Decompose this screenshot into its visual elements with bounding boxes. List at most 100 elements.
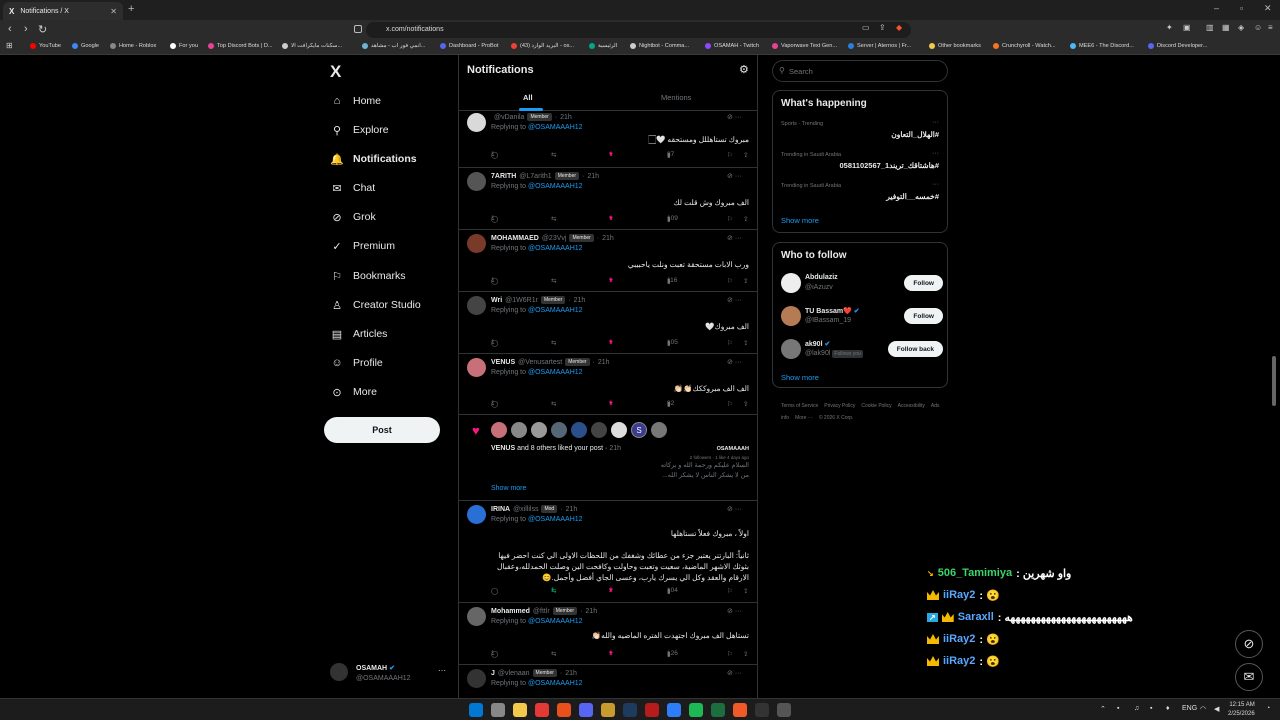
footer-link[interactable]: More ···	[795, 415, 813, 421]
sidebar-item-creator-studio[interactable]: ♙ Creator Studio	[330, 294, 421, 316]
bookmark-item[interactable]: Other bookmarks	[929, 43, 981, 49]
search-input[interactable]: ⚲ Search	[772, 60, 948, 82]
follow-suggestion[interactable]: ak90l ✔ @lak90l Follows you Follow back	[781, 339, 943, 361]
headset-icon[interactable]: ♫	[1134, 705, 1139, 712]
avatar[interactable]	[467, 234, 486, 253]
footer-link[interactable]: Accessibility	[898, 403, 925, 409]
sidebar-item-bookmarks[interactable]: ⚐ Bookmarks	[330, 265, 405, 287]
sidebar-item-profile[interactable]: ☺ Profile	[330, 352, 382, 374]
more-options-icon[interactable]: ···	[735, 235, 742, 242]
follow-button[interactable]: Follow back	[887, 341, 943, 357]
more-options-icon[interactable]: ···	[735, 670, 742, 677]
grok-icon[interactable]: ⊘	[727, 359, 735, 366]
sidebar-item-articles[interactable]: ▤ Articles	[330, 323, 388, 345]
notification-reply[interactable]: Mohammed @fttlr Member · 21h ⊘ ··· Replying to…	[459, 603, 757, 665]
new-tab-icon[interactable]: +	[128, 3, 134, 15]
settings-gear-icon[interactable]: ⚙	[739, 63, 749, 76]
system-clock[interactable]: 12:15 AM 2/25/2026	[1228, 701, 1255, 719]
sidebar-item-grok[interactable]: ⊘ Grok	[330, 206, 375, 228]
bookmark-item[interactable]: Crunchyroll - Watch...	[993, 43, 1056, 49]
avatar[interactable]	[467, 358, 486, 377]
avatar[interactable]	[467, 607, 486, 626]
suggestion-name[interactable]: Abdulaziz	[805, 274, 838, 281]
sidebar-item-home[interactable]: ⌂ Home	[330, 90, 381, 112]
reply-target-link[interactable]: @OSAMAAAH12	[528, 516, 583, 523]
tab-close-icon[interactable]: ✕	[110, 7, 117, 16]
start-icon[interactable]	[469, 703, 483, 717]
trend-item[interactable]: Trending in Saudi Arabia ··· #خمسه__التوفي…	[781, 181, 939, 201]
post-time[interactable]: 21h	[602, 235, 614, 242]
author-name[interactable]: Wri	[491, 297, 502, 304]
author-name[interactable]: VENUS	[491, 359, 515, 366]
menu-icon[interactable]: ≡	[1268, 23, 1273, 32]
notification-reply[interactable]: IRINA @xillilss Mod · 21h ⊘ ··· Replying to @O…	[459, 501, 757, 603]
liker-avatar[interactable]	[491, 422, 507, 438]
liker-avatar[interactable]	[531, 422, 547, 438]
bookmark-item[interactable]: Nightbot - Comma...	[630, 43, 689, 49]
footer-link[interactable]: Terms of Service	[781, 403, 818, 409]
quoted-post-preview[interactable]: OSAMAAAH 2 followers · 1 like 4 days ago ا…	[609, 445, 749, 482]
avatar[interactable]	[467, 505, 486, 524]
author-name[interactable]: 7ARITH	[491, 173, 516, 180]
wifi-icon[interactable]: ◠	[1200, 705, 1206, 713]
page-scrollbar[interactable]	[1272, 356, 1276, 406]
post-time[interactable]: 21h	[587, 173, 599, 180]
reply-target-link[interactable]: @OSAMAAAH12	[528, 183, 583, 190]
bookmark-item[interactable]: Server | Aternos | Fr...	[848, 43, 911, 49]
author-handle[interactable]: @1W6R1r	[505, 297, 538, 304]
tray-chevron-icon[interactable]: ⌃	[1100, 705, 1106, 713]
bookmark-item[interactable]: Discord Developer...	[1148, 43, 1207, 49]
follow-suggestion[interactable]: TU Bassam❤️ ✔ @IBassam_19 Follow	[781, 306, 943, 328]
x-logo-icon[interactable]: X	[330, 62, 341, 82]
minimize-icon[interactable]: –	[1214, 3, 1219, 13]
back-icon[interactable]: ‹	[8, 23, 12, 35]
notification-reply[interactable]: @vDanila Member · 21h ⊘ ··· Replying to @OSAM…	[459, 111, 757, 168]
grok-icon[interactable]: ⊘	[727, 506, 735, 513]
steam-icon[interactable]	[623, 703, 637, 717]
account-switcher[interactable]: OSAMAH ✔ @OSAMAAAH12 ···	[330, 660, 450, 690]
author-handle[interactable]: @vDanila	[494, 114, 524, 121]
tab-all[interactable]: All	[523, 93, 533, 102]
more-options-icon[interactable]: ···	[735, 359, 742, 366]
tray-app-icon[interactable]: ▪	[1117, 705, 1119, 712]
messages-fab-icon[interactable]: ✉	[1235, 663, 1263, 691]
grok-icon[interactable]: ⊘	[727, 173, 735, 180]
avatar[interactable]	[467, 172, 486, 191]
url-field[interactable]: x.com/notifications	[366, 22, 911, 38]
author-handle[interactable]: @fttlr	[533, 608, 550, 615]
more-options-icon[interactable]: ···	[735, 114, 742, 121]
post-time[interactable]: 21h	[565, 670, 577, 677]
bookmark-item[interactable]: سكنات مايكرافت الا...	[282, 43, 342, 49]
author-name[interactable]: J	[491, 670, 495, 677]
follow-button[interactable]: Follow	[904, 308, 943, 324]
suggestion-name[interactable]: TU Bassam❤️ ✔	[805, 307, 860, 315]
author-name[interactable]: IRINA	[491, 506, 510, 513]
browser-icon[interactable]	[733, 703, 747, 717]
apps-grid-icon[interactable]: ⊞	[6, 41, 13, 50]
sidebar-item-premium[interactable]: ✓ Premium	[330, 235, 395, 257]
grok-fab-icon[interactable]: ⊘	[1235, 630, 1263, 658]
liker-avatar[interactable]	[611, 422, 627, 438]
trend-item[interactable]: Trending in Saudi Arabia ··· #هاشتاقك_ترين…	[781, 150, 939, 170]
follow-suggestion[interactable]: Abdulaziz @iAzuzv Follow	[781, 273, 943, 295]
avatar[interactable]	[781, 339, 801, 359]
liker-avatar[interactable]	[591, 422, 607, 438]
bookmark-item[interactable]: Google	[72, 43, 99, 49]
liker-avatar[interactable]: S	[631, 422, 647, 438]
more-options-icon[interactable]: ···	[735, 297, 742, 304]
bookmark-item[interactable]: For you	[170, 43, 198, 49]
post-time[interactable]: 21h	[585, 608, 597, 615]
bookmark-item[interactable]: YouTube	[30, 43, 61, 49]
author-handle[interactable]: @23Vvj	[542, 235, 567, 242]
author-handle[interactable]: @vlenaan	[498, 670, 530, 677]
footer-link[interactable]: © 2026 X Corp.	[819, 415, 854, 421]
tray-app-icon[interactable]: ▪	[1150, 705, 1152, 712]
footer-link[interactable]: Privacy Policy	[824, 403, 855, 409]
brave-icon[interactable]	[557, 703, 571, 717]
post-time[interactable]: 21h	[574, 297, 586, 304]
spotify-icon[interactable]	[689, 703, 703, 717]
author-name[interactable]: Mohammed	[491, 608, 530, 615]
follow-button[interactable]: Follow	[904, 275, 943, 291]
more-options-icon[interactable]: ···	[932, 181, 939, 188]
browser-tab[interactable]: X Notifications / X ✕	[3, 2, 123, 20]
